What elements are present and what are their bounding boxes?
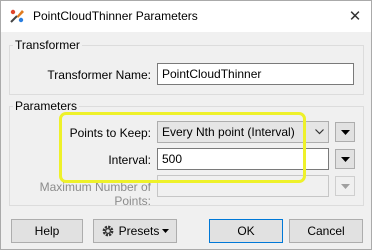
- ok-button[interactable]: OK: [209, 219, 283, 243]
- triangle-down-icon: [340, 156, 350, 162]
- fme-app-icon: [9, 8, 25, 24]
- highlight-annotation: [59, 112, 306, 183]
- gear-icon: [101, 224, 115, 238]
- points-to-keep-menu-button[interactable]: [335, 122, 355, 142]
- triangle-down-icon: [340, 183, 350, 189]
- presets-button-label: Presets: [118, 224, 160, 238]
- chevron-down-icon: [310, 122, 328, 142]
- ok-button-label: OK: [237, 224, 255, 238]
- cancel-button-label: Cancel: [307, 224, 345, 238]
- parameters-group-label: Parameters: [13, 99, 80, 113]
- max-points-label: Maximum Number of Points:: [39, 180, 151, 208]
- close-button[interactable]: ✕: [339, 1, 371, 31]
- help-button-label: Help: [34, 224, 60, 238]
- transformer-name-label: Transformer Name:: [47, 68, 151, 82]
- transformer-group-label: Transformer: [13, 38, 82, 52]
- presets-button[interactable]: Presets: [93, 219, 177, 243]
- triangle-down-icon: [162, 229, 170, 233]
- cancel-button[interactable]: Cancel: [289, 219, 363, 243]
- interval-menu-button[interactable]: [335, 149, 355, 169]
- triangle-down-icon: [340, 129, 350, 135]
- window-title: PointCloudThinner Parameters: [33, 9, 198, 23]
- max-points-menu-button[interactable]: [335, 176, 355, 196]
- transformer-name-input[interactable]: PointCloudThinner: [157, 63, 354, 85]
- help-button[interactable]: Help: [11, 219, 83, 243]
- title-bar: PointCloudThinner Parameters ✕: [1, 1, 371, 32]
- dialog-window: PointCloudThinner Parameters ✕ Transform…: [0, 0, 372, 250]
